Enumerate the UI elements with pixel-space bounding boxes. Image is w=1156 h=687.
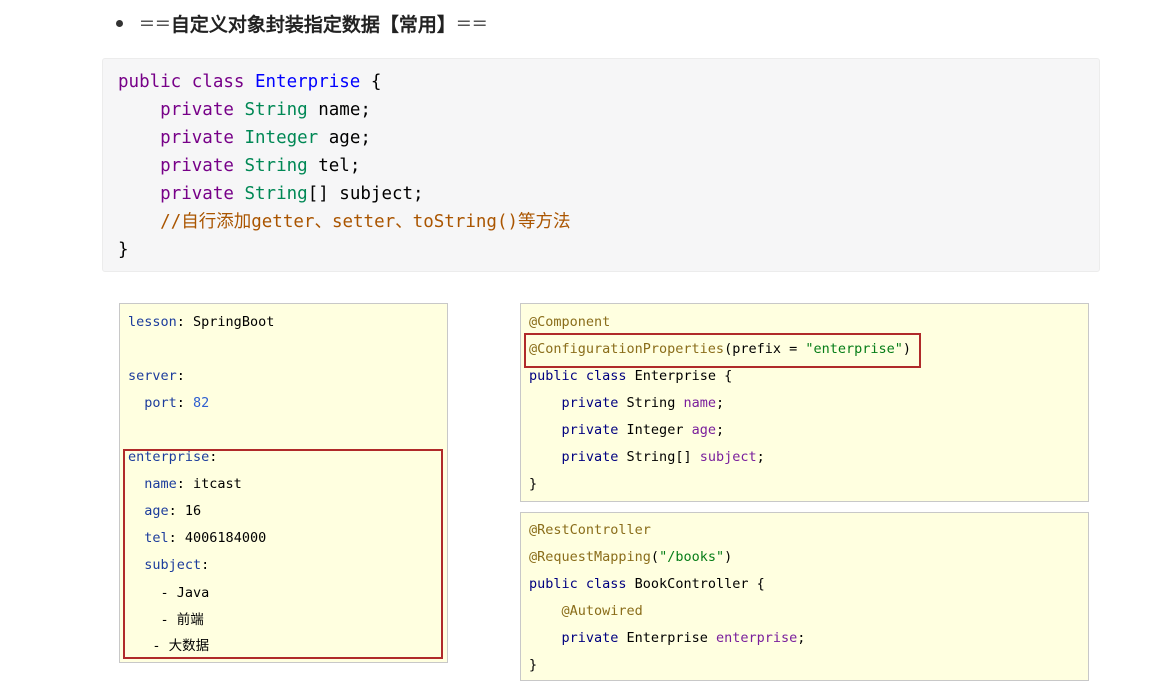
code-line: private String[] subject;	[529, 444, 765, 471]
code-line: @RequestMapping("/books")	[529, 544, 732, 571]
code-line: public class Enterprise {	[118, 68, 381, 96]
code-text: }	[118, 240, 129, 260]
code-field: subject	[699, 449, 757, 465]
code-line: @RestController	[529, 517, 651, 544]
code-keyword: public class	[118, 72, 245, 92]
code-text: ;	[715, 422, 725, 438]
yaml-line: lesson: SpringBoot	[128, 314, 275, 330]
code-keyword: private	[561, 630, 619, 646]
code-text: Enterprise {	[626, 368, 733, 384]
code-line: public class BookController {	[529, 571, 765, 598]
code-type: String[]	[618, 449, 700, 465]
code-text: BookController {	[626, 576, 765, 592]
code-text: }	[529, 657, 538, 673]
code-line: private String[] subject;	[118, 180, 424, 208]
yaml-value: SpringBoot	[193, 314, 275, 330]
code-annotation: @RestController	[529, 522, 651, 538]
code-type: String	[244, 100, 308, 120]
code-text: ;	[756, 449, 765, 465]
code-line: private Enterprise enterprise;	[529, 625, 806, 652]
code-keyword: private	[561, 422, 619, 438]
yaml-key: port	[144, 395, 177, 411]
code-annotation: @Autowired	[561, 603, 643, 619]
heading-title: 自定义对象封装指定数据【常用】	[170, 13, 456, 36]
code-type: String	[618, 395, 684, 411]
code-text: )	[724, 549, 733, 565]
heading-suffix: ==	[455, 12, 488, 34]
bullet-icon	[116, 19, 123, 27]
code-annotation: @RequestMapping	[529, 549, 651, 565]
code-type: String	[244, 156, 308, 176]
code-text: (	[650, 549, 660, 565]
code-annotation: @Component	[529, 314, 611, 330]
code-line: private String tel;	[118, 152, 360, 180]
code-field: age	[691, 422, 716, 438]
code-type: Integer	[244, 128, 319, 148]
code-class-name: Enterprise	[254, 72, 361, 92]
code-text: age;	[318, 128, 371, 148]
highlight-box	[524, 333, 921, 368]
java-code-block[interactable]: public class Enterprise { private String…	[102, 58, 1100, 272]
yaml-line: port: 82	[144, 395, 210, 411]
controller-code-panel: @RestController @RequestMapping("/books"…	[520, 512, 1089, 681]
code-string: "/books"	[659, 549, 725, 565]
code-type: String	[244, 184, 308, 204]
code-text: }	[529, 476, 538, 492]
yaml-key: lesson	[128, 314, 177, 330]
heading-prefix: ==	[139, 12, 171, 34]
yaml-line: server:	[128, 368, 185, 384]
code-type: Enterprise	[618, 630, 716, 646]
code-field: name	[683, 395, 716, 411]
code-line: private String name;	[529, 390, 725, 417]
code-text: tel;	[307, 156, 361, 176]
code-line: private Integer age;	[118, 124, 371, 152]
code-field: enterprise	[715, 630, 798, 646]
code-keyword: private	[160, 156, 234, 176]
entity-code-panel: @Component @ConfigurationProperties(pref…	[520, 303, 1089, 502]
code-line: }	[529, 471, 537, 498]
code-keyword: private	[160, 128, 234, 148]
code-text: ;	[715, 395, 725, 411]
yaml-value: 82	[193, 395, 210, 411]
code-line: }	[118, 236, 129, 264]
code-keyword: private	[561, 395, 619, 411]
section-heading: == 自定义对象封装指定数据【常用】 ==	[116, 9, 488, 37]
code-line: //自行添加getter、setter、toString()等方法	[118, 208, 571, 236]
code-type: Integer	[618, 422, 692, 438]
yaml-key: server	[128, 368, 177, 384]
highlight-box	[123, 449, 443, 659]
code-keyword: private	[160, 100, 234, 120]
code-keyword: public class	[529, 368, 627, 384]
code-keyword: private	[160, 184, 234, 204]
code-text: ;	[797, 630, 806, 646]
code-line: }	[529, 652, 537, 679]
code-keyword: public class	[529, 576, 627, 592]
code-line: @Autowired	[529, 598, 643, 625]
code-text: [] subject;	[307, 184, 424, 204]
code-line: private Integer age;	[529, 417, 725, 444]
code-line: @Component	[529, 309, 610, 336]
yaml-config-panel: lesson: SpringBoot server: port: 82 ente…	[119, 303, 448, 663]
code-keyword: private	[561, 449, 619, 465]
code-line: private String name;	[118, 96, 371, 124]
code-text: {	[360, 72, 382, 92]
code-text: name;	[307, 100, 371, 120]
code-comment: //自行添加getter、setter、toString()等方法	[160, 212, 571, 232]
